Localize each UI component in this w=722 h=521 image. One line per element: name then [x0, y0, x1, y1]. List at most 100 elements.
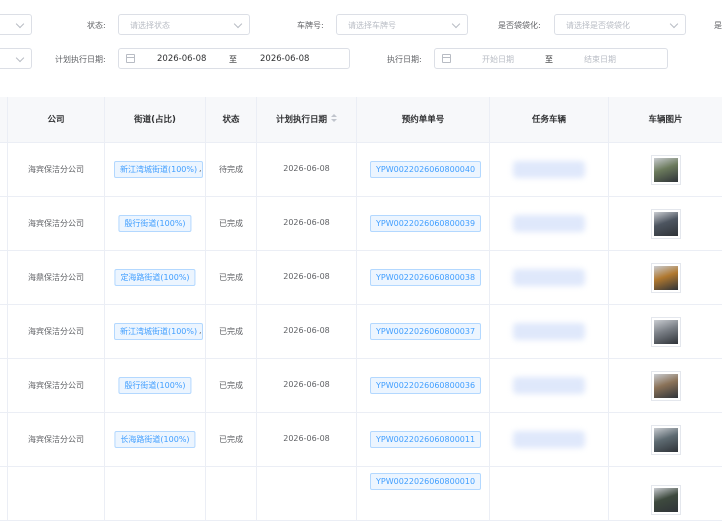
- status-cell: 已完成: [206, 413, 257, 467]
- vehicle-photo-image: [654, 212, 678, 236]
- vehicle-photo[interactable]: [651, 425, 681, 455]
- vehicle-photo[interactable]: [651, 371, 681, 401]
- company-cell: [8, 467, 105, 521]
- company-text: 海宾保洁分公司: [28, 165, 84, 174]
- company-cell: 海宾保洁分公司: [8, 143, 105, 197]
- company-select[interactable]: [0, 14, 32, 35]
- vehicle-plate-blurred[interactable]: [513, 161, 585, 178]
- exec-date-range[interactable]: 开始日期 至 结束日期: [434, 48, 668, 69]
- exec-date-start: 开始日期: [482, 55, 514, 64]
- vehicle-plate-blurred[interactable]: [513, 323, 585, 340]
- index-cell: [0, 359, 8, 413]
- street-tag: 定海路街道(100%): [114, 269, 196, 286]
- vehicle-plate-blurred[interactable]: [513, 431, 585, 448]
- chevron-down-icon: [15, 53, 25, 63]
- status-cell: 已完成: [206, 197, 257, 251]
- th-street: 街道(占比): [105, 97, 206, 143]
- street-cell: 殷行街道(100%): [105, 197, 206, 251]
- th-company: 公司: [8, 97, 105, 143]
- photo-cell: [609, 305, 722, 359]
- plate-select[interactable]: 请选择车牌号: [336, 14, 468, 35]
- bagged-select[interactable]: 请选择是否袋袋化: [554, 14, 686, 35]
- index-cell: [0, 143, 8, 197]
- company-cell: 海宾保洁分公司: [8, 359, 105, 413]
- calendar-icon: [126, 54, 135, 63]
- vehicle-photo-image: [654, 158, 678, 182]
- trailing-label: 是: [714, 21, 722, 30]
- status-cell: 已完成: [206, 251, 257, 305]
- vehicle-cell: [490, 467, 609, 521]
- company-cell: 海鼎保洁分公司: [8, 251, 105, 305]
- order-cell: YPW0022026060800037: [357, 305, 490, 359]
- street-tag: 长海路街道(100%): [114, 431, 196, 448]
- order-cell: YPW0022026060800040: [357, 143, 490, 197]
- order-no-tag[interactable]: YPW0022026060800039: [370, 215, 482, 232]
- status-text: 已完成: [219, 435, 243, 444]
- order-cell: YPW0022026060800038: [357, 251, 490, 305]
- chevron-down-icon: [233, 19, 243, 29]
- order-no-tag[interactable]: YPW0022026060800036: [370, 377, 482, 394]
- vehicle-photo-image: [654, 488, 678, 512]
- vehicle-photo[interactable]: [651, 263, 681, 293]
- order-no-tag[interactable]: YPW0022026060800038: [370, 269, 482, 286]
- status-cell: 待完成: [206, 143, 257, 197]
- vehicle-plate-blurred[interactable]: [513, 215, 585, 232]
- company-cell: 海宾保洁分公司: [8, 413, 105, 467]
- second-select[interactable]: [0, 48, 32, 69]
- index-cell: [0, 251, 8, 305]
- table-row[interactable]: 海宾保洁分公司 长海路街道(100%) 已完成 2026-06-08 YPW002202…: [0, 413, 722, 467]
- sort-icon[interactable]: [331, 113, 337, 124]
- date-cell: [257, 467, 357, 521]
- vehicle-photo[interactable]: [651, 485, 681, 515]
- table-row[interactable]: 海宾保洁分公司 新江湾城街道(100%), 待完成 2026-06-08 YPW0022…: [0, 143, 722, 197]
- table-row[interactable]: 海宾保洁分公司 新江湾城街道(100%), 已完成 2026-06-08 YPW0022…: [0, 305, 722, 359]
- status-cell: 已完成: [206, 359, 257, 413]
- plan-date-text: 2026-06-08: [283, 218, 330, 227]
- vehicle-photo-image: [654, 320, 678, 344]
- exec-date-label: 执行日期:: [387, 55, 422, 64]
- table-row[interactable]: 海鼎保洁分公司 定海路街道(100%) 已完成 2026-06-08 YPW002202…: [0, 251, 722, 305]
- street-cell: 新江湾城街道(100%),: [105, 143, 206, 197]
- table-row[interactable]: YPW0022026060800010: [0, 467, 722, 521]
- street-cell: [105, 467, 206, 521]
- plate-placeholder: 请选择车牌号: [348, 21, 396, 30]
- order-no-tag[interactable]: YPW0022026060800040: [370, 161, 482, 178]
- photo-cell: [609, 143, 722, 197]
- order-no-tag[interactable]: YPW0022026060800010: [370, 473, 482, 490]
- status-text: 已完成: [219, 219, 243, 228]
- th-plan-date[interactable]: 计划执行日期: [257, 97, 357, 143]
- plan-date-text: 2026-06-08: [283, 434, 330, 443]
- order-no-tag[interactable]: YPW0022026060800037: [370, 323, 482, 340]
- photo-cell: [609, 467, 722, 521]
- th-vehicle: 任务车辆: [490, 97, 609, 143]
- chevron-down-icon: [15, 19, 25, 29]
- vehicle-photo[interactable]: [651, 209, 681, 239]
- vehicle-photo-image: [654, 266, 678, 290]
- exec-date-end: 结束日期: [584, 55, 616, 64]
- table-row[interactable]: 海宾保洁分公司 殷行街道(100%) 已完成 2026-06-08 YPW0022026…: [0, 197, 722, 251]
- index-cell: [0, 305, 8, 359]
- street-tag: 殷行街道(100%): [118, 377, 192, 394]
- vehicle-photo[interactable]: [651, 155, 681, 185]
- plan-date-text: 2026-06-08: [283, 164, 330, 173]
- table-header: 公司 街道(占比) 状态 计划执行日期 预约单单号 任务车辆 车辆图片: [0, 97, 722, 143]
- index-cell: [0, 197, 8, 251]
- index-cell: [0, 413, 8, 467]
- date-cell: 2026-06-08: [257, 305, 357, 359]
- street-tag: 新江湾城街道(100%): [114, 323, 204, 340]
- status-select[interactable]: 请选择状态: [118, 14, 250, 35]
- table-row[interactable]: 海宾保洁分公司 殷行街道(100%) 已完成 2026-06-08 YPW0022026…: [0, 359, 722, 413]
- plan-date-sep: 至: [229, 55, 237, 64]
- company-text: 海宾保洁分公司: [28, 327, 84, 336]
- plan-date-range[interactable]: 2026-06-08 至 2026-06-08: [118, 48, 350, 69]
- street-tag: 新江湾城街道(100%): [114, 161, 204, 178]
- street-tag: 殷行街道(100%): [118, 215, 192, 232]
- vehicle-plate-blurred[interactable]: [513, 269, 585, 286]
- vehicle-plate-blurred[interactable]: [513, 377, 585, 394]
- status-text: 已完成: [219, 273, 243, 282]
- company-cell: 海宾保洁分公司: [8, 305, 105, 359]
- order-no-tag[interactable]: YPW0022026060800011: [370, 431, 482, 448]
- vehicle-photo-image: [654, 374, 678, 398]
- bagged-placeholder: 请选择是否袋袋化: [566, 21, 630, 30]
- vehicle-photo[interactable]: [651, 317, 681, 347]
